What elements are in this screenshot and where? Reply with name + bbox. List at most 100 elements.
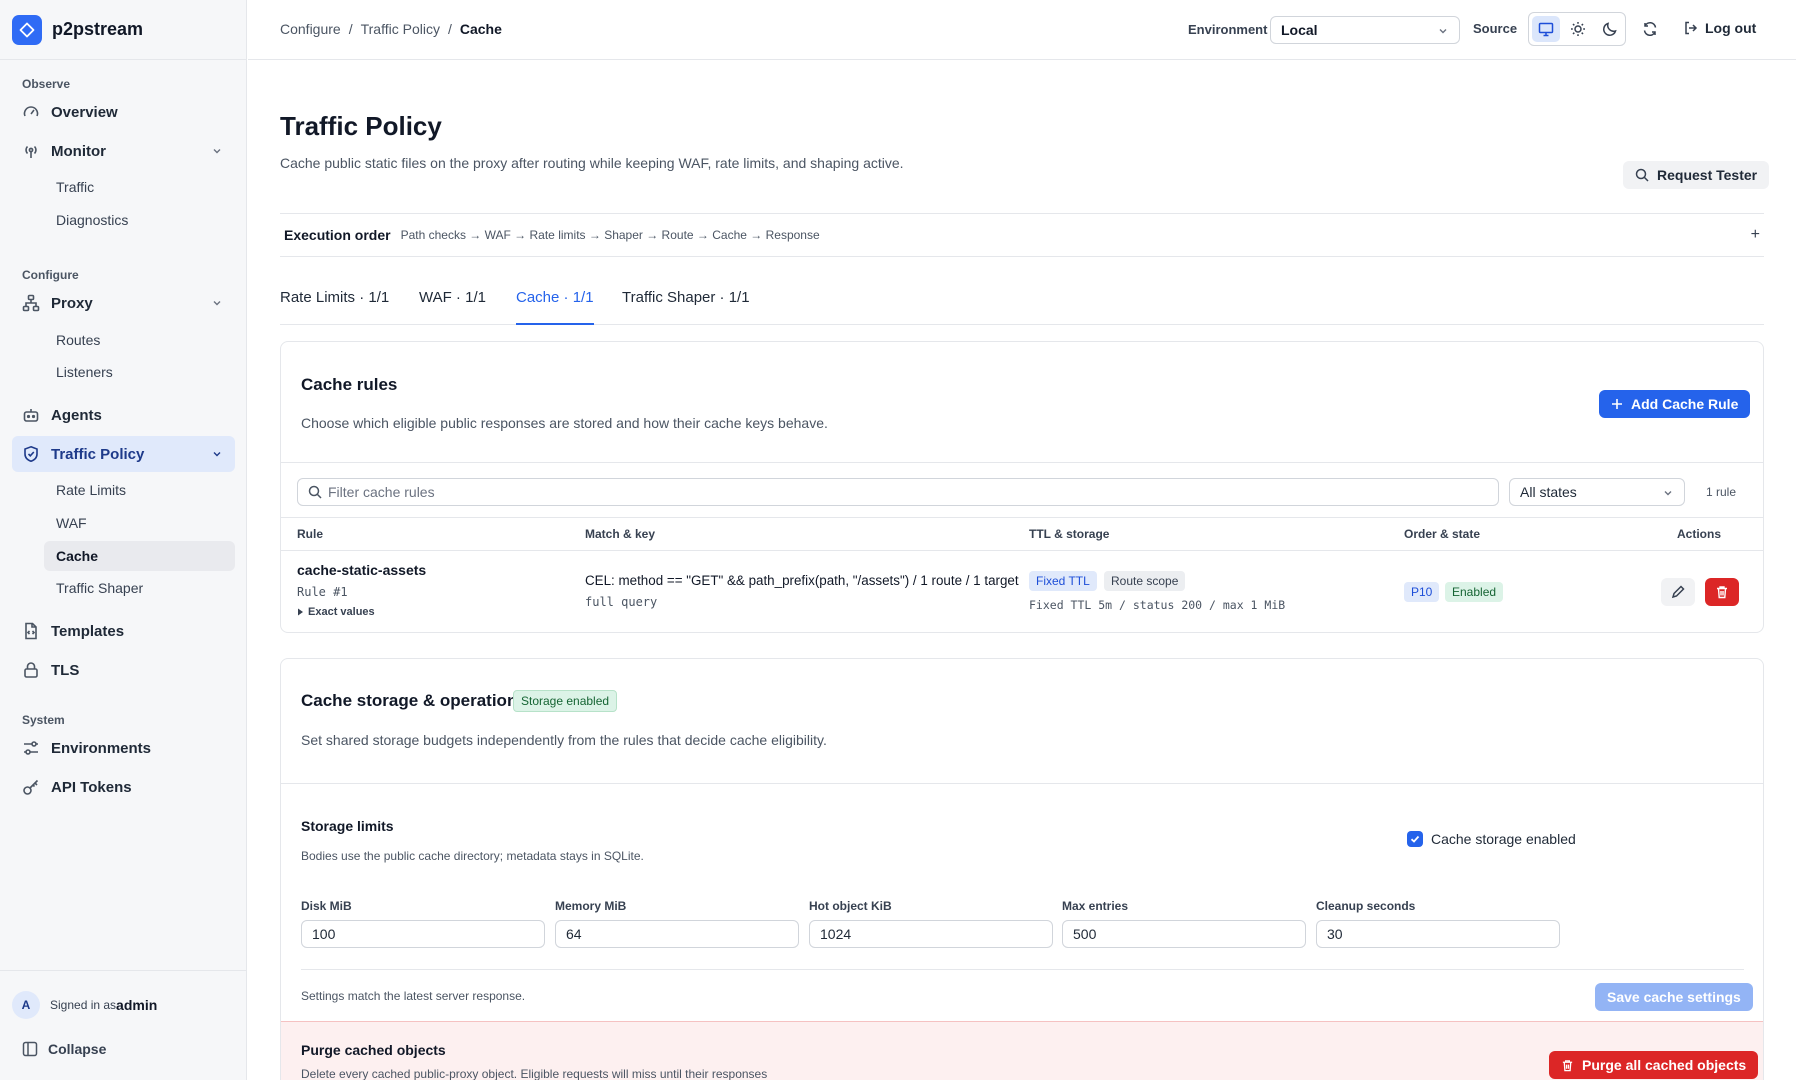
tab-rate-limits[interactable]: Rate Limits · 1/1 (280, 289, 389, 325)
cache-storage-card: Cache storage & operations Storage enabl… (280, 658, 1764, 1080)
cache-storage-enabled-toggle[interactable]: Cache storage enabled (1407, 831, 1576, 847)
caret-right-icon (298, 608, 303, 616)
divider (281, 462, 1763, 463)
sidebar-item-tls[interactable]: TLS (12, 652, 235, 688)
sliders-icon (24, 741, 38, 755)
source-label: Source (1473, 21, 1518, 36)
tab-cache[interactable]: Cache · 1/1 (516, 289, 594, 325)
sidebar-label: Overview (51, 103, 118, 121)
sidebar-item-monitor[interactable]: Monitor (12, 133, 235, 169)
search-icon (1635, 168, 1649, 182)
logout-label: Log out (1705, 20, 1757, 36)
scope-badge: Route scope (1104, 571, 1186, 591)
expand-icon[interactable]: + (1751, 226, 1760, 244)
purge-all-label: Purge all cached objects (1582, 1057, 1747, 1073)
memory-mib-input[interactable]: 64 (555, 920, 799, 948)
rule-name: cache-static-assets (297, 562, 427, 578)
save-cache-settings-label: Save cache settings (1607, 989, 1741, 1005)
sidebar-item-proxy[interactable]: Proxy (12, 285, 235, 321)
column-header-ttl: TTL & storage (1029, 527, 1110, 541)
sidebar-item-cache[interactable]: Cache (44, 541, 235, 571)
checkbox-checked[interactable] (1407, 831, 1423, 847)
sidebar-label: API Tokens (51, 778, 132, 796)
breadcrumb-current: Cache (459, 21, 502, 37)
collapse-label: Collapse (48, 1041, 107, 1057)
lock-icon (24, 662, 38, 678)
save-cache-settings-button[interactable]: Save cache settings (1595, 983, 1753, 1011)
dark-theme-button[interactable] (1596, 16, 1624, 42)
cleanup-seconds-input[interactable]: 30 (1316, 920, 1560, 948)
cleanup-seconds-label: Cleanup seconds (1316, 899, 1416, 913)
moon-icon (1603, 22, 1617, 36)
sidebar-item-overview[interactable]: Overview (12, 94, 235, 130)
hot-object-kib-label: Hot object KiB (809, 899, 892, 913)
sidebar-label: Templates (51, 622, 125, 640)
sidebar-item-waf[interactable]: WAF (44, 508, 235, 538)
environment-select[interactable]: Local (1270, 16, 1460, 44)
page-title: Traffic Policy (280, 111, 442, 141)
log-out-icon (1685, 21, 1698, 35)
delete-rule-button[interactable] (1705, 578, 1739, 606)
filter-cache-rules-input[interactable]: Filter cache rules (297, 478, 1499, 506)
section-configure: Configure (22, 268, 79, 282)
disk-mib-input[interactable]: 100 (301, 920, 545, 948)
logout-button[interactable]: Log out (1683, 20, 1756, 36)
bot-icon (23, 409, 39, 422)
sidebar-item-environments[interactable]: Environments (12, 730, 235, 766)
sidebar-item-diagnostics[interactable]: Diagnostics (44, 205, 235, 235)
sidebar-item-traffic-policy[interactable]: Traffic Policy (12, 436, 235, 472)
tab-traffic-shaper[interactable]: Traffic Shaper · 1/1 (622, 289, 750, 325)
breadcrumb-configure[interactable]: Configure (280, 21, 341, 37)
light-theme-button[interactable] (1564, 16, 1592, 42)
pencil-icon (1671, 585, 1685, 599)
divider (281, 550, 1763, 551)
sidebar-item-rate-limits[interactable]: Rate Limits (44, 475, 235, 505)
request-tester-button[interactable]: Request Tester (1623, 161, 1770, 189)
execution-order-bar[interactable]: Execution order Path checks → WAF → Rate… (280, 213, 1764, 257)
sidebar-item-traffic-shaper[interactable]: Traffic Shaper (44, 573, 235, 603)
sidebar-item-routes[interactable]: Routes (44, 325, 235, 355)
exact-values-toggle[interactable]: Exact values (297, 606, 375, 618)
storage-limits-description: Bodies use the public cache directory; m… (301, 849, 644, 863)
sidebar: p2pstream Observe Overview Monitor Traff… (0, 0, 247, 1080)
sidebar-item-api-tokens[interactable]: API Tokens (12, 769, 235, 805)
sidebar-item-traffic[interactable]: Traffic (44, 172, 235, 202)
sidebar-item-templates[interactable]: Templates (12, 613, 235, 649)
state-filter-select[interactable]: All states (1509, 478, 1685, 506)
shield-icon (24, 445, 38, 463)
rule-cache-key: full query (585, 595, 658, 609)
brand[interactable]: p2pstream (0, 0, 246, 60)
purge-title: Purge cached objects (301, 1042, 446, 1058)
signed-in-label: Signed in as (50, 998, 117, 1012)
sidebar-label: Proxy (51, 294, 93, 312)
search-icon (308, 485, 322, 499)
cache-rules-description: Choose which eligible public responses a… (301, 415, 828, 431)
refresh-button[interactable] (1642, 21, 1658, 37)
sidebar-item-listeners[interactable]: Listeners (44, 357, 235, 387)
sidebar-item-agents[interactable]: Agents (12, 397, 235, 433)
tab-waf[interactable]: WAF · 1/1 (419, 289, 486, 325)
brand-logo-icon (12, 14, 42, 45)
hot-object-kib-input[interactable]: 1024 (809, 920, 1053, 948)
execution-order-steps: Path checks → WAF → Rate limits → Shaper… (400, 228, 820, 242)
section-system: System (22, 713, 65, 727)
add-cache-rule-button[interactable]: Add Cache Rule (1599, 390, 1751, 418)
chevron-down-icon (213, 301, 221, 306)
max-entries-input[interactable]: 500 (1062, 920, 1306, 948)
rule-storage: Fixed TTL 5m / status 200 / max 1 MiB (1029, 598, 1286, 612)
collapse-button[interactable]: Collapse (22, 1041, 106, 1057)
purge-all-button[interactable]: Purge all cached objects (1549, 1051, 1759, 1079)
plus-icon (1612, 399, 1622, 409)
divider (281, 783, 1763, 784)
request-tester-label: Request Tester (1657, 167, 1758, 183)
brand-name: p2pstream (52, 19, 144, 39)
storage-status-badge: Storage enabled (513, 690, 618, 712)
edit-rule-button[interactable] (1661, 578, 1695, 606)
system-theme-button[interactable] (1532, 16, 1560, 42)
user-info: A Signed in as admin (12, 991, 157, 1019)
check-icon (1410, 835, 1420, 843)
rule-match: CEL: method == "GET" && path_prefix(path… (585, 573, 1019, 588)
breadcrumb-traffic-policy[interactable]: Traffic Policy (361, 21, 440, 37)
divider (281, 517, 1763, 518)
theme-source-toggle (1528, 12, 1626, 46)
